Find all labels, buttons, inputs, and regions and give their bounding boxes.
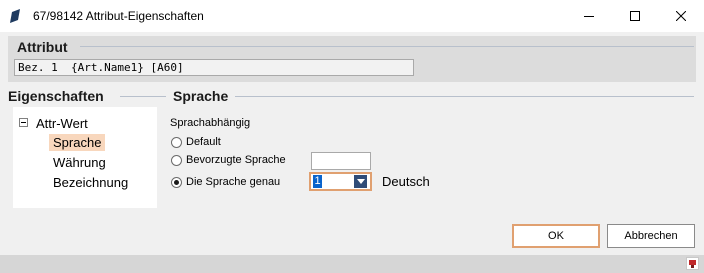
radio-bevorzugte-sprache-circle[interactable] [171,154,182,166]
tree-item-bezeichnung[interactable]: Bezeichnung [49,174,132,191]
minimize-icon [584,16,594,17]
ok-button[interactable]: OK [512,224,600,248]
radio-bevorzugte-sprache[interactable]: Bevorzugte Sprache [171,154,286,166]
language-name: Deutsch [382,174,430,189]
tree-item-waehrung[interactable]: Währung [49,154,110,171]
eigenschaften-divider [120,96,166,97]
sprachabhaengig-label: Sprachabhängig [170,117,251,129]
eigenschaften-header: Eigenschaften [8,88,104,104]
language-combobox-value: 1 [313,175,322,188]
attribut-divider [80,46,694,47]
properties-tree: Attr-Wert Sprache Währung Bezeichnung [13,107,157,208]
attribut-value-field: Bez. 1 {Art.Name1} [A60] [14,59,414,76]
attribut-header: Attribut [17,39,68,55]
sprache-divider [235,96,694,97]
status-bar [0,255,704,273]
maximize-icon [630,11,640,21]
radio-default-circle[interactable] [171,136,182,148]
app-icon [10,9,20,23]
close-icon [676,11,686,21]
tree-root-attr-wert[interactable]: Attr-Wert [36,116,88,131]
maximize-button[interactable] [612,0,658,32]
collapse-icon[interactable] [19,118,28,127]
radio-die-sprache-genau-label: Die Sprache genau [186,176,281,188]
close-button[interactable] [658,0,704,32]
radio-default-label: Default [186,136,221,148]
minimize-button[interactable] [566,0,612,32]
chevron-down-icon[interactable] [354,175,367,188]
bevorzugte-sprache-input[interactable] [311,152,371,170]
cancel-button[interactable]: Abbrechen [607,224,695,248]
status-icon[interactable] [686,257,699,270]
radio-die-sprache-genau-circle[interactable] [171,176,182,188]
radio-bevorzugte-sprache-label: Bevorzugte Sprache [186,154,286,166]
sprache-header: Sprache [173,88,229,104]
window-title: 67/98142 Attribut-Eigenschaften [33,9,204,23]
radio-default[interactable]: Default [171,136,221,148]
tree-item-sprache[interactable]: Sprache [49,134,106,151]
status-flag-icon [689,260,696,268]
language-combobox[interactable]: 1 [309,172,372,191]
title-bar: 67/98142 Attribut-Eigenschaften [0,0,704,32]
radio-die-sprache-genau[interactable]: Die Sprache genau [171,176,280,188]
